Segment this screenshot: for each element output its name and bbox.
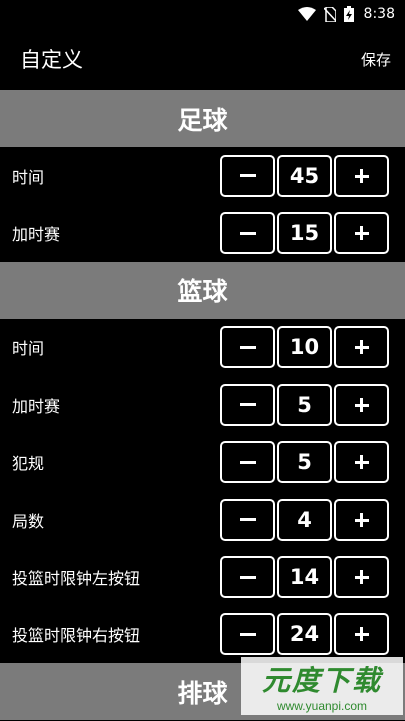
row-label: 局数 xyxy=(12,511,45,531)
row-label: 投篮时限钟右按钮 xyxy=(12,626,141,646)
watermark-url: www.yuanpi.com xyxy=(276,699,368,713)
value-stepper: 5 xyxy=(220,441,389,484)
value-display: 24 xyxy=(277,613,332,656)
decrement-button[interactable] xyxy=(220,441,275,484)
decrement-button[interactable] xyxy=(220,212,275,255)
increment-button[interactable] xyxy=(334,613,389,656)
wifi-icon xyxy=(297,7,316,21)
setting-row: 加时赛 5 xyxy=(0,376,405,433)
decrement-button[interactable] xyxy=(220,498,275,541)
setting-row: 时间 10 xyxy=(0,319,405,376)
status-bar: 8:38 xyxy=(0,0,405,28)
value-display: 14 xyxy=(277,556,332,599)
row-label: 加时赛 xyxy=(12,225,61,245)
minus-icon xyxy=(239,231,256,235)
value-stepper: 10 xyxy=(220,326,389,369)
value-stepper: 45 xyxy=(220,154,389,197)
increment-button[interactable] xyxy=(334,556,389,599)
value-stepper: 4 xyxy=(220,498,389,541)
plus-icon xyxy=(354,397,369,412)
value-display: 5 xyxy=(277,383,332,426)
status-time: 8:38 xyxy=(363,6,395,22)
setting-row: 时间 45 xyxy=(0,147,405,204)
plus-icon xyxy=(354,627,369,642)
page-title: 自定义 xyxy=(20,48,83,72)
decrement-button[interactable] xyxy=(220,326,275,369)
increment-button[interactable] xyxy=(334,498,389,541)
row-label: 时间 xyxy=(12,339,45,359)
row-label: 时间 xyxy=(12,167,45,187)
minus-icon xyxy=(239,632,256,636)
decrement-button[interactable] xyxy=(220,383,275,426)
section-header-football: 足球 xyxy=(0,90,405,147)
value-stepper: 5 xyxy=(220,383,389,426)
battery-charging-icon xyxy=(343,6,354,22)
setting-row: 犯规 5 xyxy=(0,434,405,491)
value-display: 45 xyxy=(277,154,332,197)
minus-icon xyxy=(239,345,256,349)
minus-icon xyxy=(239,518,256,522)
increment-button[interactable] xyxy=(334,154,389,197)
row-label: 投篮时限钟左按钮 xyxy=(12,569,141,589)
section-header-basketball: 篮球 xyxy=(0,261,405,319)
increment-button[interactable] xyxy=(334,441,389,484)
value-stepper: 24 xyxy=(220,613,389,656)
no-sim-icon xyxy=(323,6,336,22)
decrement-button[interactable] xyxy=(220,556,275,599)
minus-icon xyxy=(239,575,256,579)
decrement-button[interactable] xyxy=(220,154,275,197)
watermark-text: 元度下载 xyxy=(261,664,382,697)
setting-row: 局数 4 xyxy=(0,491,405,548)
watermark-logo: 元度下载 www.yuanpi.com xyxy=(241,657,403,715)
plus-icon xyxy=(354,340,369,355)
setting-row: 投篮时限钟左按钮 14 xyxy=(0,548,405,605)
app-bar: 自定义 保存 xyxy=(0,28,405,90)
plus-icon xyxy=(354,455,369,470)
plus-icon xyxy=(354,168,369,183)
plus-icon xyxy=(354,512,369,527)
value-stepper: 15 xyxy=(220,212,389,255)
row-label: 犯规 xyxy=(12,454,45,474)
value-display: 10 xyxy=(277,326,332,369)
decrement-button[interactable] xyxy=(220,613,275,656)
value-stepper: 14 xyxy=(220,556,389,599)
value-display: 5 xyxy=(277,441,332,484)
minus-icon xyxy=(239,403,256,407)
setting-row: 加时赛 15 xyxy=(0,204,405,261)
value-display: 4 xyxy=(277,498,332,541)
minus-icon xyxy=(239,460,256,464)
value-display: 15 xyxy=(277,212,332,255)
save-button[interactable]: 保存 xyxy=(361,49,391,70)
plus-icon xyxy=(354,570,369,585)
increment-button[interactable] xyxy=(334,383,389,426)
increment-button[interactable] xyxy=(334,212,389,255)
plus-icon xyxy=(354,226,369,241)
row-label: 加时赛 xyxy=(12,396,61,416)
increment-button[interactable] xyxy=(334,326,389,369)
setting-row: 投篮时限钟右按钮 24 xyxy=(0,606,405,663)
minus-icon xyxy=(239,174,256,178)
